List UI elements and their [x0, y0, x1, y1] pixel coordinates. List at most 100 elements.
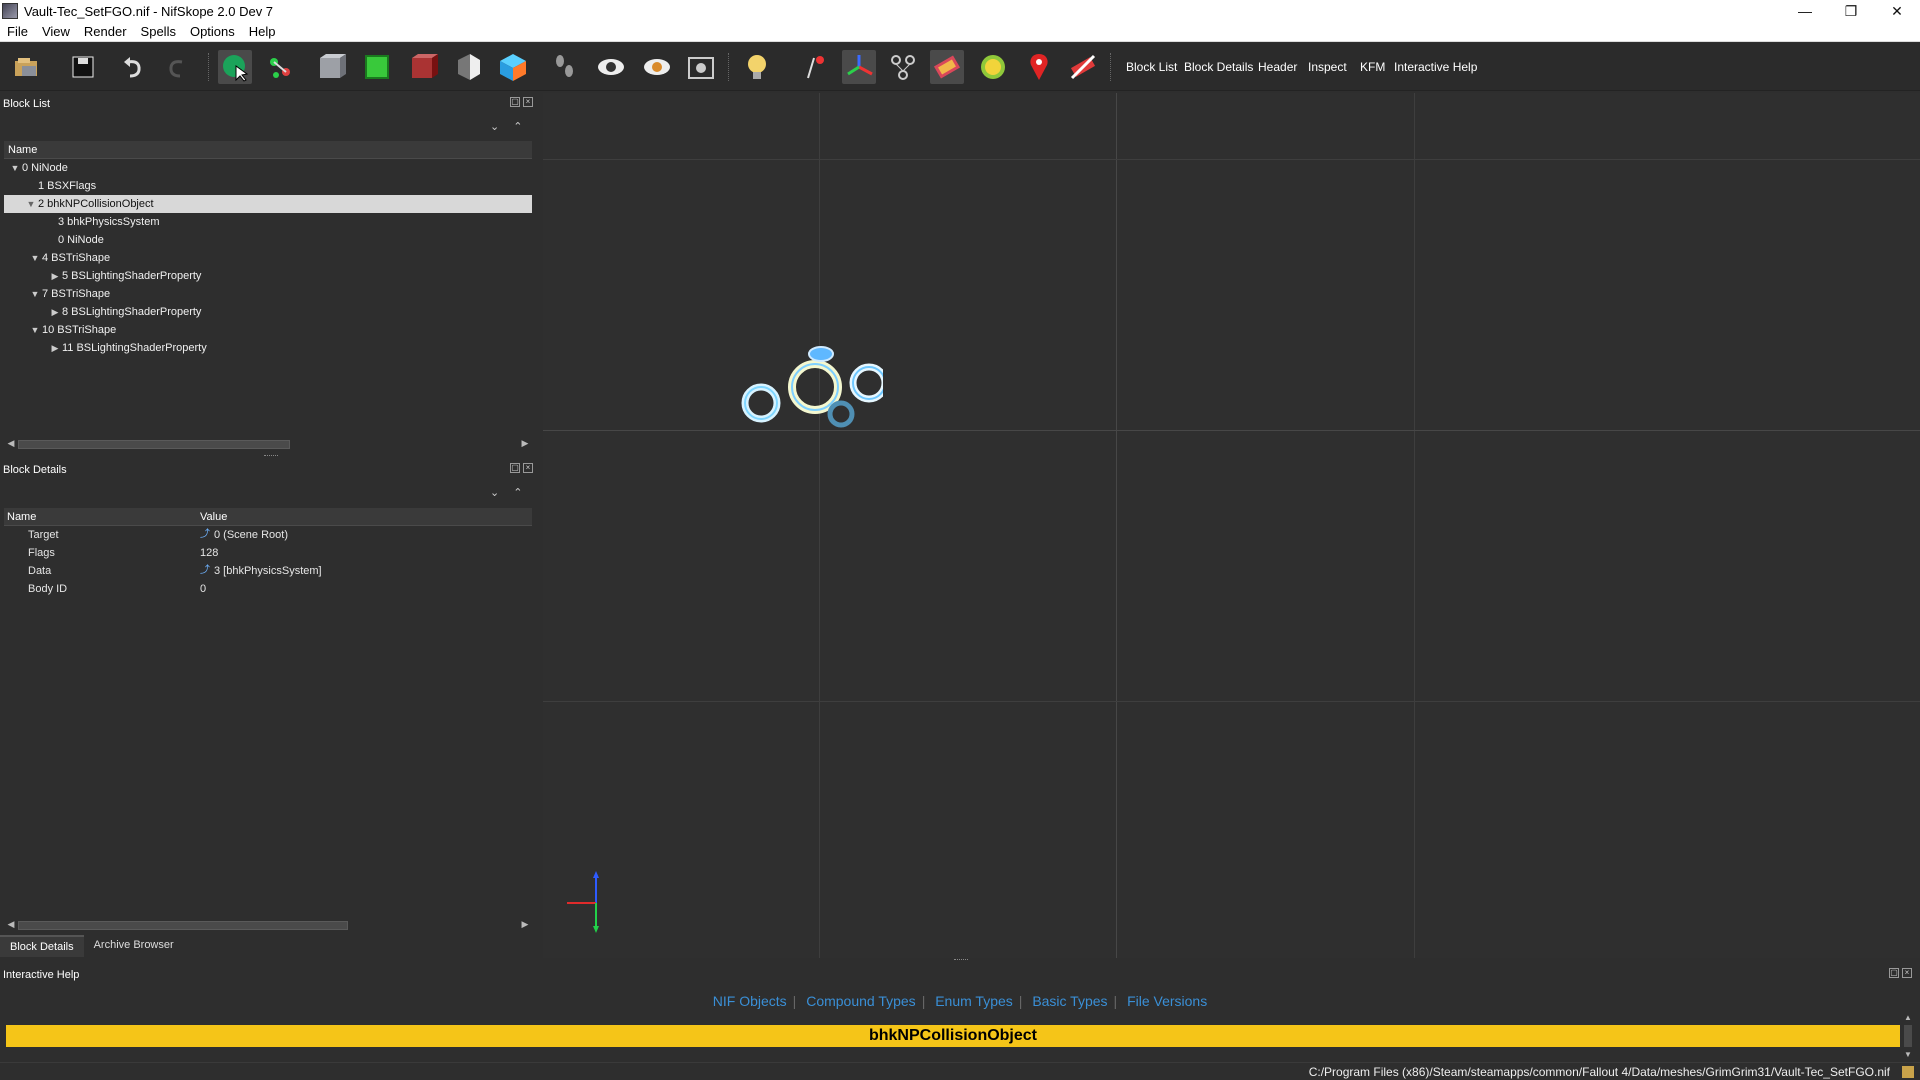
- block-list-column-name[interactable]: Name: [4, 141, 532, 159]
- menu-spells[interactable]: Spells: [134, 24, 183, 39]
- scroll-left-icon[interactable]: ◀: [6, 438, 16, 450]
- scroll-right-icon[interactable]: ▶: [520, 438, 530, 450]
- chevron-down-icon[interactable]: ⌄: [490, 486, 499, 499]
- expand-arrow-icon[interactable]: ▶: [48, 339, 62, 357]
- float-icon[interactable]: ▢: [510, 463, 520, 473]
- menu-options[interactable]: Options: [183, 24, 242, 39]
- undo-icon[interactable]: [116, 50, 150, 84]
- render-viewport[interactable]: [543, 93, 1920, 958]
- details-col-name[interactable]: Name: [4, 508, 200, 525]
- scroll-down-icon[interactable]: ▼: [1904, 1050, 1912, 1059]
- tree-row[interactable]: ▼ 7 BSTriShape: [4, 285, 532, 303]
- expand-arrow-icon[interactable]: ▼: [28, 249, 42, 267]
- tree-row[interactable]: 3 bhkPhysicsSystem: [4, 213, 532, 231]
- tree-row-selected[interactable]: ▼ 2 bhkNPCollisionObject: [4, 195, 532, 213]
- menu-file[interactable]: File: [0, 24, 35, 39]
- show-nodes-icon[interactable]: [886, 50, 920, 84]
- screenshot-icon[interactable]: [684, 50, 718, 84]
- expand-arrow-icon[interactable]: ▼: [28, 285, 42, 303]
- select-vertex-icon[interactable]: [264, 50, 298, 84]
- block-list-hscrollbar[interactable]: ◀ ▶: [4, 437, 532, 451]
- table-row[interactable]: Flags 128: [4, 544, 532, 562]
- toolbar-inspect-button[interactable]: Inspect: [1304, 56, 1351, 78]
- tab-block-details[interactable]: Block Details: [0, 935, 84, 957]
- show-markers-icon[interactable]: [1022, 50, 1056, 84]
- table-row[interactable]: Body ID 0: [4, 580, 532, 598]
- scroll-right-icon[interactable]: ▶: [520, 919, 530, 931]
- wireframe-icon[interactable]: [452, 50, 486, 84]
- tree-row[interactable]: ▼ 4 BSTriShape: [4, 249, 532, 267]
- scroll-left-icon[interactable]: ◀: [6, 919, 16, 931]
- chevron-up-icon[interactable]: ⌃: [513, 120, 522, 133]
- expand-arrow-icon[interactable]: ▼: [28, 321, 42, 339]
- solid-cube-icon[interactable]: [360, 50, 394, 84]
- table-row[interactable]: Target ⤴ 0 (Scene Root): [4, 526, 532, 544]
- expand-arrow-icon[interactable]: ▼: [8, 159, 22, 177]
- axis-icon[interactable]: [798, 50, 832, 84]
- scroll-thumb[interactable]: [18, 921, 348, 930]
- chevron-down-icon[interactable]: ⌄: [490, 120, 499, 133]
- toolbar-kfm-button[interactable]: KFM: [1356, 56, 1389, 78]
- chevron-up-icon[interactable]: ⌃: [513, 486, 522, 499]
- maximize-button[interactable]: ❐: [1828, 0, 1874, 22]
- tree-row[interactable]: ▶ 11 BSLightingShaderProperty: [4, 339, 532, 357]
- shaded-cube-icon[interactable]: [314, 50, 348, 84]
- link-basic-types[interactable]: Basic Types: [1026, 993, 1113, 1009]
- link-compound-types[interactable]: Compound Types: [800, 993, 921, 1009]
- hide-toggle-icon[interactable]: [640, 50, 674, 84]
- float-icon[interactable]: ▢: [510, 97, 520, 107]
- show-collision-icon[interactable]: [930, 50, 964, 84]
- tree-row[interactable]: 1 BSXFlags: [4, 177, 532, 195]
- help-vscrollbar[interactable]: ▲ ▼: [1902, 1013, 1914, 1059]
- block-list-tree[interactable]: Name ▼ 0 NiNode 1 BSXFlags ▼ 2 bhkNPCollis…: [4, 141, 532, 441]
- tree-row[interactable]: ▶ 8 BSLightingShaderProperty: [4, 303, 532, 321]
- toolbar-header-button[interactable]: Header: [1254, 56, 1301, 78]
- table-row[interactable]: Data ⤴ 3 [bhkPhysicsSystem]: [4, 562, 532, 580]
- menu-view[interactable]: View: [35, 24, 77, 39]
- details-header: Name Value: [4, 508, 532, 526]
- minimize-button[interactable]: —: [1782, 0, 1828, 22]
- tree-row[interactable]: 0 NiNode: [4, 231, 532, 249]
- tree-row[interactable]: ▼ 10 BSTriShape: [4, 321, 532, 339]
- textured-cube-icon[interactable]: [406, 50, 440, 84]
- scroll-thumb[interactable]: [18, 440, 290, 449]
- rings-model[interactable]: [733, 343, 883, 453]
- toolbar-block-list-button[interactable]: Block List: [1122, 56, 1181, 78]
- walk-mode-icon[interactable]: [548, 50, 582, 84]
- lighting-icon[interactable]: [740, 50, 774, 84]
- tab-archive-browser[interactable]: Archive Browser: [84, 935, 184, 957]
- close-panel-icon[interactable]: ×: [1902, 968, 1912, 978]
- scroll-up-icon[interactable]: ▲: [1904, 1013, 1912, 1022]
- show-hidden-icon[interactable]: [594, 50, 628, 84]
- close-panel-icon[interactable]: ×: [523, 463, 533, 473]
- details-col-value[interactable]: Value: [200, 508, 227, 525]
- toolbar-block-details-button[interactable]: Block Details: [1180, 56, 1257, 78]
- splitter-handle[interactable]: [264, 455, 278, 458]
- toolbar-interactive-help-button[interactable]: Interactive Help: [1390, 56, 1481, 78]
- close-panel-icon[interactable]: ×: [523, 97, 533, 107]
- float-icon[interactable]: ▢: [1889, 968, 1899, 978]
- tree-row[interactable]: ▶ 5 BSLightingShaderProperty: [4, 267, 532, 285]
- menu-render[interactable]: Render: [77, 24, 134, 39]
- close-button[interactable]: ✕: [1874, 0, 1920, 22]
- expand-arrow-icon[interactable]: ▼: [24, 195, 38, 213]
- expand-arrow-icon[interactable]: ▶: [48, 267, 62, 285]
- redo-icon[interactable]: [160, 50, 194, 84]
- scroll-thumb[interactable]: [1904, 1025, 1912, 1047]
- select-object-icon[interactable]: [218, 50, 252, 84]
- open-file-icon[interactable]: [10, 50, 44, 84]
- menu-help[interactable]: Help: [242, 24, 283, 39]
- link-enum-types[interactable]: Enum Types: [929, 993, 1019, 1009]
- expand-arrow-icon[interactable]: ▶: [48, 303, 62, 321]
- show-constraints-icon[interactable]: [976, 50, 1010, 84]
- block-details-hscrollbar[interactable]: ◀ ▶: [4, 918, 532, 932]
- save-icon[interactable]: [66, 50, 100, 84]
- link-file-versions[interactable]: File Versions: [1121, 993, 1213, 1009]
- tree-row[interactable]: ▼ 0 NiNode: [4, 159, 532, 177]
- show-axes-icon[interactable]: [842, 50, 876, 84]
- splitter-handle[interactable]: [954, 959, 968, 962]
- folder-icon[interactable]: [1902, 1066, 1914, 1078]
- link-nif-objects[interactable]: NIF Objects: [707, 993, 793, 1009]
- colored-cube-icon[interactable]: [496, 50, 530, 84]
- hide-geometry-icon[interactable]: [1066, 50, 1100, 84]
